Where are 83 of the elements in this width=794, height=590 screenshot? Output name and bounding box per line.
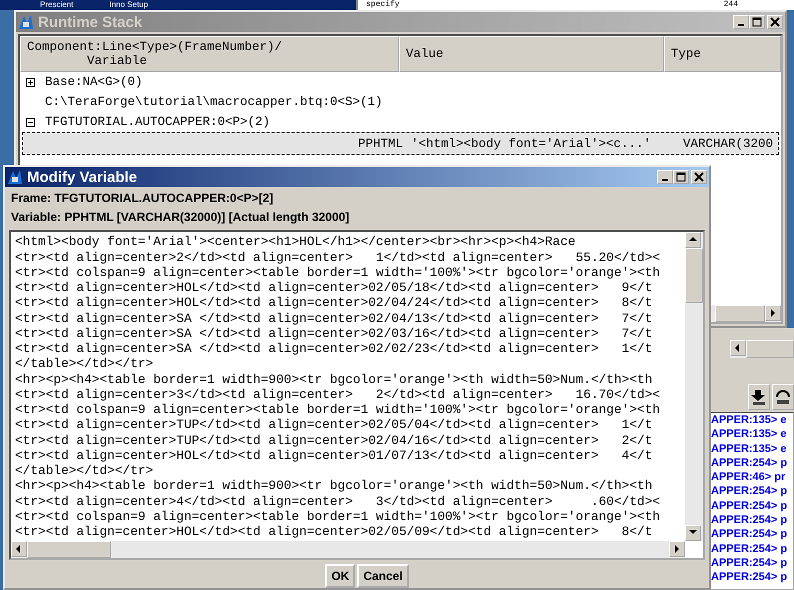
variable-value: '<html><body font='Arial'><c...' [411,136,652,150]
column-header[interactable]: Value [398,36,664,72]
log-line: APPER:254> p [711,542,788,556]
text-line: <tr><td align=center>SA </td><td align=center>02/03/16</td><td align=center> 7</t [15,326,654,341]
close-icon [694,172,704,182]
tree-item[interactable]: TFGTUTORIAL.AUTOCAPPER:0<P>(2) [45,115,270,129]
scrollbar-thumb[interactable] [685,248,703,304]
taskbar-item[interactable]: Inno Setup [109,0,148,10]
log-line: APPER:135> e [711,427,788,442]
tree-item[interactable]: Base:NA<G>(0) [45,75,143,89]
text-line: <tr><td align=center>SA </td><td align=center>02/04/13</td><td align=center> 7</t [15,310,654,326]
text-line: <tr><td align=center>4</td><td align=center> 3</td><td align=center> .60</td>< [15,494,662,509]
minimize-button[interactable] [657,170,673,184]
text-line: <tr><td align=center>HOL</td><td align=center>02/04/24</td><td align=center> 8</t [15,295,654,310]
scroll-right-button[interactable] [669,540,685,557]
maximize-icon [752,17,762,27]
scroll-down-button[interactable] [685,524,701,541]
close-button[interactable] [767,15,783,29]
scroll-left-button[interactable] [11,540,27,557]
variable-name: PPHTML [356,136,404,150]
background-text: 244 [724,0,738,10]
log-line: APPER:254> p [711,456,788,470]
text-line: <tr><td align=center>HOL</td><td align=center>01/07/13</td><td align=center> 4</t [15,448,654,463]
value-text-area[interactable] [9,230,705,560]
app-icon [7,169,23,185]
minimize-icon [662,179,668,181]
text-line: <tr><td colspan=9 align=center><table border=1 width='100%'><tr bgcolor='orange'><th [15,402,662,418]
close-button[interactable] [691,170,707,184]
step-down-icon[interactable] [748,384,770,410]
taskbar-item[interactable]: Prescient [40,0,74,10]
maximize-button[interactable] [749,15,765,29]
scroll-right-button[interactable] [765,305,781,321]
log-line: APPER:135> e [711,413,788,428]
dialog-button[interactable]: Cancel [357,564,409,588]
log-line: APPER:254> p [711,556,788,570]
log-line: APPER:254> p [711,527,788,542]
scroll-up-button[interactable] [685,232,701,248]
dialog-button[interactable]: OK [325,564,356,588]
text-line: <tr><td colspan=9 align=center><table border=1 width='100%'><tr bgcolor='orange'><th [15,264,662,280]
text-line: </table></td></tr> [15,463,154,478]
window-title: Runtime Stack [38,14,142,30]
log-line: APPER:46> pr [711,470,786,484]
expand-icon[interactable] [26,78,35,86]
scroll-left-button[interactable] [730,340,746,356]
column-header[interactable]: Type [664,36,781,72]
collapse-icon[interactable] [26,118,35,126]
frame-label: Frame: TFGTUTORIAL.AUTOCAPPER:0<P>[2] [10,190,274,206]
right-arrow-icon [768,308,778,318]
maximize-button[interactable] [673,170,689,184]
text-line: <tr><td align=center>HOL</td><td align=center>02/05/18</td><td align=center> 9</t [15,280,654,296]
window-title: Modify Variable [27,168,138,186]
close-icon [770,17,780,27]
text-line: <html><body font='Arial'><center><h1>HOL</h1></center><br><hr><p><h4>Race [15,234,577,250]
variable-type: VARCHAR(3200 [683,136,774,150]
text-line: <hr><p><h4><table border=1 width=900><tr bgcolor='orange'><th width=50>Num.</th><th [15,478,654,494]
text-line: </table></td></tr> [15,356,154,372]
maximize-icon [676,172,686,182]
text-line: <tr><td align=center>SA </td><td align=center>02/02/23</td><td align=center> 1</t [15,341,654,356]
minimize-button[interactable] [733,15,749,29]
tree-item[interactable]: C:\TeraForge\tutorial\macrocapper.btq:0<S>(1) [45,95,383,109]
text-line: <tr><td align=center>3</td><td align=center> 2</td><td align=center> 16.70</td>< [15,386,662,402]
right-arrow-icon [672,544,682,554]
text-line: <hr><p><h4><table border=1 width=900><tr bgcolor='orange'><th width=50>Num.</th><th [15,372,654,387]
background-text: specify [366,0,400,10]
scrollbar-thumb[interactable] [27,540,111,558]
text-line: <tr><td align=center>HOL</td><td align=center>02/05/09</td><td align=center> 8</t [15,524,654,540]
log-line: APPER:254> p [711,484,788,499]
column-header[interactable]: Component:Line<Type>(FrameNumber)/ Variable [20,36,399,72]
minimize-icon [738,24,744,26]
step-over-icon[interactable] [772,384,794,410]
log-line: APPER:254> p [711,498,788,514]
log-line: APPER:135> e [711,442,788,456]
app-icon [18,14,34,30]
variable-row[interactable]: PPHTML '<html><body font='Arial'><c...' VARCHAR(3200 [22,132,779,155]
scrollbar-thumb[interactable] [715,305,765,322]
scrollbar-thumb[interactable] [746,340,794,358]
text-line: <tr><td colspan=9 align=center><table border=1 width='100%'><tr bgcolor='orange'><th [15,508,662,524]
variable-label: Variable: PPHTML [VARCHAR(32000)] [Actual length 32000] [10,208,350,224]
text-line: <tr><td align=center>2</td><td align=center> 1</td><td align=center> 55.20</td>< [15,250,662,265]
log-line: APPER:254> p [711,570,788,585]
log-line: APPER:254> p [711,513,788,528]
text-line: <tr><td align=center>TUP</td><td align=center>02/05/04</td><td align=center> 1</t [15,417,654,432]
text-line: <tr><td align=center>TUP</td><td align=center>02/04/16</td><td align=center> 2</t [15,432,654,448]
